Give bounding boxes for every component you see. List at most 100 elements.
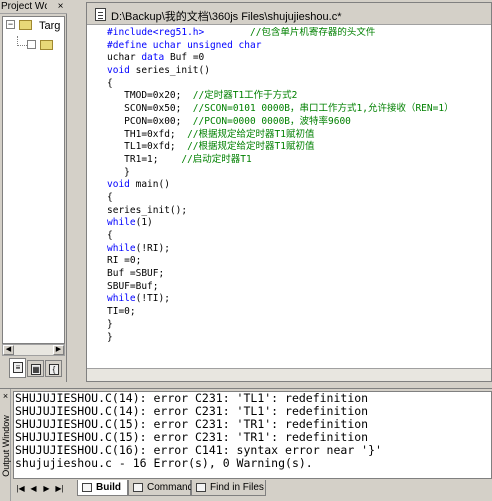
project-panel-title: Project Wc: [1, 1, 47, 12]
code-comment: //启动定时器T1: [181, 153, 252, 165]
project-tree: − Targ: [2, 16, 65, 344]
files-icon: ≡: [13, 362, 23, 373]
code-line[interactable]: void main(): [107, 179, 491, 192]
code-line[interactable]: SBUF=Buf;: [107, 281, 491, 294]
tab-books[interactable]: ▦: [27, 360, 44, 377]
code-line[interactable]: }: [107, 167, 491, 180]
code-line[interactable]: while(!RI);: [107, 243, 491, 256]
scroll-left-icon[interactable]: ◀: [3, 345, 14, 355]
tree-item-target[interactable]: Targ: [39, 20, 60, 32]
folder-icon[interactable]: [40, 40, 53, 50]
project-workspace-panel: Project Wc × − Targ ◀ ▶ ≡ ▦ {: [0, 0, 67, 382]
code-line[interactable]: TI=0;: [107, 306, 491, 319]
output-line[interactable]: shujujieshou.c - 16 Error(s), 0 Warning(…: [15, 457, 491, 470]
output-window: × Output Window SHUJUJIESHOU.C(14): erro…: [0, 388, 492, 501]
code-text: PCON=0x00;: [107, 115, 193, 127]
editor-titlebar: D:\Backup\我的文档\360js Files\shujujieshou.…: [87, 3, 491, 25]
tree-connector: [17, 45, 27, 46]
code-comment: //包含单片机寄存器的头文件: [204, 27, 376, 38]
code-line[interactable]: SCON=0x50; //SCON=0101 0000B，串口工作方式1,允许接…: [107, 103, 491, 116]
expand-icon[interactable]: [27, 40, 36, 49]
collapse-icon[interactable]: −: [6, 20, 15, 29]
tab-build[interactable]: Build: [77, 480, 128, 496]
code-text: (1): [135, 217, 153, 229]
code-text: Buf =SBUF;: [107, 268, 165, 280]
output-window-sidebar: × Output Window: [0, 389, 11, 501]
code-comment: //根据规定给定时器T1赋初值: [187, 128, 315, 140]
code-line[interactable]: while(!TI);: [107, 293, 491, 306]
code-keyword: data: [141, 52, 165, 64]
build-output-text[interactable]: SHUJUJIESHOU.C(14): error C231: 'TL1': r…: [13, 391, 492, 479]
folder-icon: [19, 20, 32, 30]
code-line[interactable]: #define uchar unsigned char: [107, 40, 491, 53]
editor-title: D:\Backup\我的文档\360js Files\shujujieshou.…: [111, 11, 342, 23]
code-text: TI=0;: [107, 306, 136, 318]
code-line[interactable]: {: [107, 230, 491, 243]
code-line[interactable]: while(1): [107, 217, 491, 230]
code-text: {: [107, 191, 113, 203]
code-keyword: void: [107, 65, 130, 77]
next-tab-icon[interactable]: ▶: [41, 482, 52, 495]
code-keyword: #define uchar unsigned char: [107, 39, 262, 51]
code-line[interactable]: TR1=1; //启动定时器T1: [107, 154, 491, 167]
code-line[interactable]: void series_init(): [107, 65, 491, 78]
tab-icon: [196, 483, 206, 492]
code-text: TL1=0xfd;: [107, 141, 188, 153]
editor-gutter: [87, 26, 104, 368]
code-keyword: while: [107, 217, 136, 229]
books-icon: ▦: [31, 364, 41, 375]
prev-tab-icon[interactable]: ◀: [28, 482, 39, 495]
code-line[interactable]: }: [107, 332, 491, 345]
code-text: TR1=1;: [107, 153, 182, 165]
code-line[interactable]: TL1=0xfd; //根据规定给定时器T1赋初值: [107, 141, 491, 154]
tab-navigation: |◀ ◀ ▶ ▶|: [15, 482, 77, 495]
tab-label: Find in Files: [210, 482, 264, 493]
editor-horizontal-scrollbar[interactable]: [87, 368, 491, 381]
code-text: }: [107, 318, 113, 330]
code-keyword: while: [107, 242, 136, 254]
tab-label: Command: [147, 482, 194, 493]
code-comment: //PCON=0000 0000B，波特率9600: [192, 115, 351, 127]
code-line[interactable]: Buf =SBUF;: [107, 268, 491, 281]
first-tab-icon[interactable]: |◀: [15, 482, 26, 495]
code-line[interactable]: {: [107, 192, 491, 205]
code-text: (!TI);: [135, 293, 170, 305]
functions-icon: {: [49, 364, 59, 375]
code-text: main(): [129, 179, 170, 191]
code-line[interactable]: #include<reg51.h> //包含单片机寄存器的头文件: [107, 27, 491, 40]
project-tab-strip: ≡ ▦ {: [2, 358, 65, 380]
code-comment: //SCON=0101 0000B，串口工作方式1,允许接收（REN=1）: [192, 103, 454, 115]
close-icon[interactable]: ×: [55, 1, 66, 12]
code-text: RI =0;: [107, 255, 142, 267]
code-text: {: [107, 77, 113, 89]
tab-icon: [82, 483, 92, 492]
code-line[interactable]: }: [107, 319, 491, 332]
code-text: Buf =0: [164, 52, 205, 64]
scroll-right-icon[interactable]: ▶: [53, 345, 64, 355]
code-text: series_init();: [107, 204, 188, 216]
code-editor[interactable]: #include<reg51.h> //包含单片机寄存器的头文件 #define …: [107, 27, 491, 367]
tab-functions[interactable]: {: [45, 360, 62, 377]
tab-command[interactable]: Command: [128, 480, 194, 496]
code-text: }: [107, 166, 130, 178]
project-horizontal-scrollbar[interactable]: ◀ ▶: [2, 344, 65, 356]
close-icon[interactable]: ×: [1, 392, 10, 401]
code-line[interactable]: TMOD=0x20; //定时器T1工作于方式2: [107, 90, 491, 103]
code-text: uchar: [107, 52, 142, 64]
code-line[interactable]: {: [107, 78, 491, 91]
code-text: (!RI);: [135, 242, 170, 254]
code-keyword: while: [107, 293, 136, 305]
code-keyword: #include<reg51.h>: [107, 27, 205, 38]
code-text: TMOD=0x20;: [107, 90, 193, 102]
last-tab-icon[interactable]: ▶|: [54, 482, 65, 495]
code-line[interactable]: TH1=0xfd; //根据规定给定时器T1赋初值: [107, 129, 491, 142]
tab-files[interactable]: ≡: [9, 358, 26, 378]
code-text: SBUF=Buf;: [107, 280, 159, 292]
code-line[interactable]: RI =0;: [107, 255, 491, 268]
tab-find-in-files[interactable]: Find in Files: [191, 480, 266, 496]
code-line[interactable]: uchar data Buf =0: [107, 52, 491, 65]
code-text: }: [107, 331, 113, 343]
code-line[interactable]: series_init();: [107, 205, 491, 218]
code-line[interactable]: PCON=0x00; //PCON=0000 0000B，波特率9600: [107, 116, 491, 129]
document-icon: [95, 8, 106, 21]
